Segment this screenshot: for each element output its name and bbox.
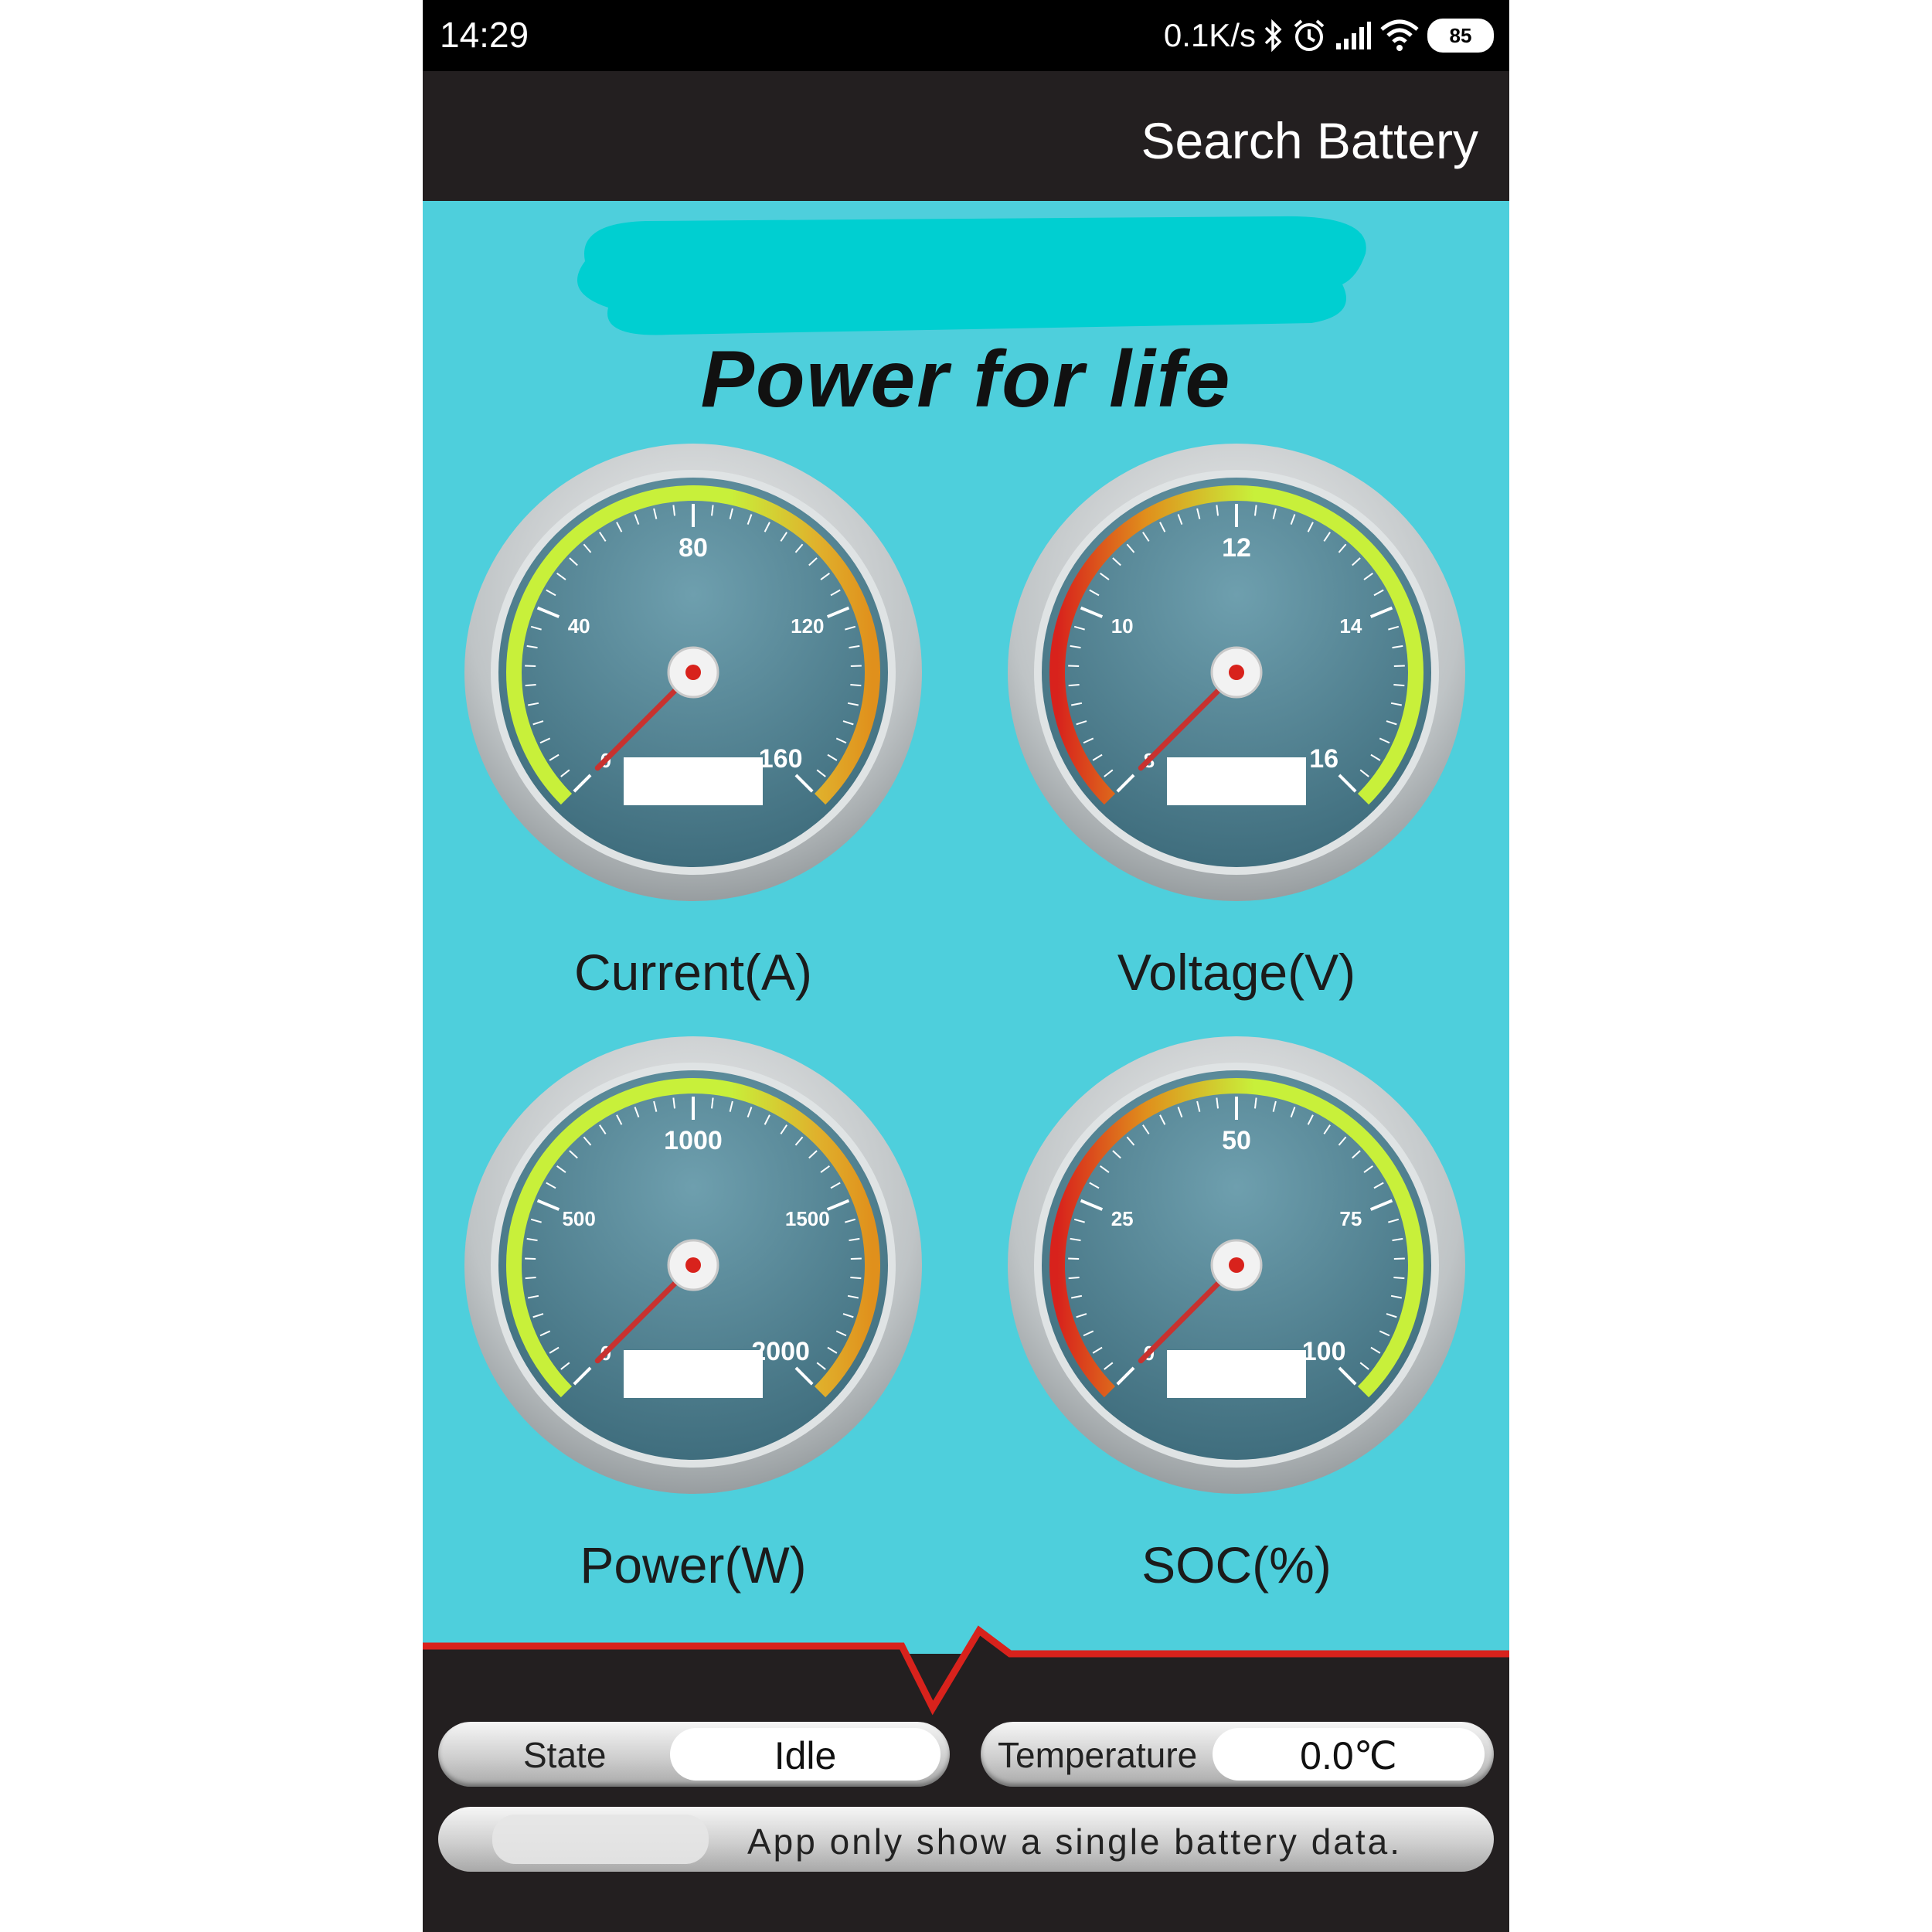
gauge-tick — [1068, 665, 1080, 667]
gauge-tick-label: 120 — [791, 614, 824, 638]
gauge-tick-label: 10 — [1111, 614, 1134, 638]
gauge-soc-dial: 0255075100 — [1008, 1036, 1465, 1494]
state-value: Idle — [670, 1728, 940, 1781]
gauge-current-dial: 04080120160 — [464, 444, 922, 901]
gauge-tick-label: 16 — [1309, 744, 1338, 774]
gauge-voltage-dial: 810121416 — [1008, 444, 1465, 901]
state-panel: State Idle — [438, 1722, 950, 1787]
gauge-voltage-label: Voltage(V) — [1117, 944, 1356, 1001]
gauge-tick — [525, 1277, 536, 1280]
notice-text: App only show a single battery data. — [747, 1821, 1403, 1862]
gauge-current: 04080120160 — [461, 440, 925, 904]
gauge-hub-center — [685, 665, 701, 680]
gauge-hub-center — [685, 1257, 701, 1273]
gauge-readout — [1167, 757, 1306, 805]
gauge-tick — [850, 665, 862, 667]
alarm-icon — [1291, 18, 1327, 53]
gauge-tick — [1393, 1257, 1405, 1260]
temperature-value: 0.0℃ — [1213, 1728, 1485, 1781]
gauge-tick-label: 80 — [679, 533, 708, 563]
phone-screen: 14:29 0.1K/s 85 Search Battery Power for… — [423, 0, 1509, 1932]
wifi-icon — [1379, 19, 1420, 53]
gauge-hub-center — [1229, 665, 1244, 680]
status-time: 14:29 — [440, 15, 529, 55]
gauge-tick — [1068, 1277, 1080, 1280]
gauge-tick — [525, 665, 536, 667]
gauge-hub-center — [1229, 1257, 1244, 1273]
gauge-soc: 0255075100 — [1005, 1033, 1468, 1497]
gauge-tick — [1068, 1257, 1080, 1260]
gauge-readout — [624, 757, 763, 805]
brand-logo — [577, 216, 1366, 335]
gauge-power-dial: 0500100015002000 — [464, 1036, 922, 1494]
gauge-tick-label: 160 — [759, 744, 803, 774]
temperature-panel: Temperature 0.0℃ — [981, 1722, 1494, 1787]
gauge-soc-label: SOC(%) — [1141, 1536, 1332, 1594]
gauge-tick-label: 50 — [1222, 1126, 1251, 1155]
state-label: State — [523, 1735, 607, 1775]
redacted-area — [492, 1815, 709, 1864]
gauge-tick — [850, 1277, 862, 1280]
slogan: Power for life — [700, 335, 1232, 424]
app-bar: Search Battery — [423, 71, 1509, 201]
gauge-tick — [1393, 1277, 1405, 1280]
gauge-power: 0500100015002000 — [461, 1033, 925, 1497]
gauge-tick-label: 1500 — [785, 1207, 830, 1230]
signal-icon — [1335, 20, 1372, 51]
gauge-current-label: Current(A) — [573, 944, 813, 1001]
status-icons: 0.1K/s 85 — [1164, 14, 1494, 57]
gauge-tick-label: 100 — [1302, 1337, 1346, 1366]
main-content: Power for life 04080120160 Current(A) 81… — [423, 201, 1509, 1654]
search-battery-button[interactable]: Search Battery — [1141, 111, 1478, 170]
gauge-tick-label: 500 — [562, 1207, 595, 1230]
gauge-tick — [1393, 665, 1405, 667]
notice-bar: App only show a single battery data. — [438, 1807, 1494, 1872]
gauge-tick-label: 1000 — [664, 1126, 723, 1155]
network-speed: 0.1K/s — [1163, 17, 1256, 53]
gauge-tick-label: 14 — [1339, 614, 1362, 638]
gauge-tick — [850, 1257, 862, 1260]
gauge-voltage: 810121416 — [1005, 440, 1468, 904]
gauge-power-label: Power(W) — [580, 1536, 807, 1594]
gauge-tick-label: 25 — [1111, 1207, 1134, 1230]
gauge-tick-label: 75 — [1339, 1207, 1362, 1230]
gauge-readout — [1167, 1350, 1306, 1398]
status-bar: 14:29 0.1K/s 85 — [423, 0, 1509, 71]
gauge-tick-label: 12 — [1222, 533, 1251, 563]
gauge-readout — [624, 1350, 763, 1398]
temperature-label: Temperature — [998, 1735, 1198, 1775]
battery-icon: 85 — [1427, 19, 1494, 53]
bluetooth-icon — [1264, 19, 1284, 53]
gauge-tick — [525, 1257, 536, 1260]
gauge-tick-label: 40 — [568, 614, 590, 638]
